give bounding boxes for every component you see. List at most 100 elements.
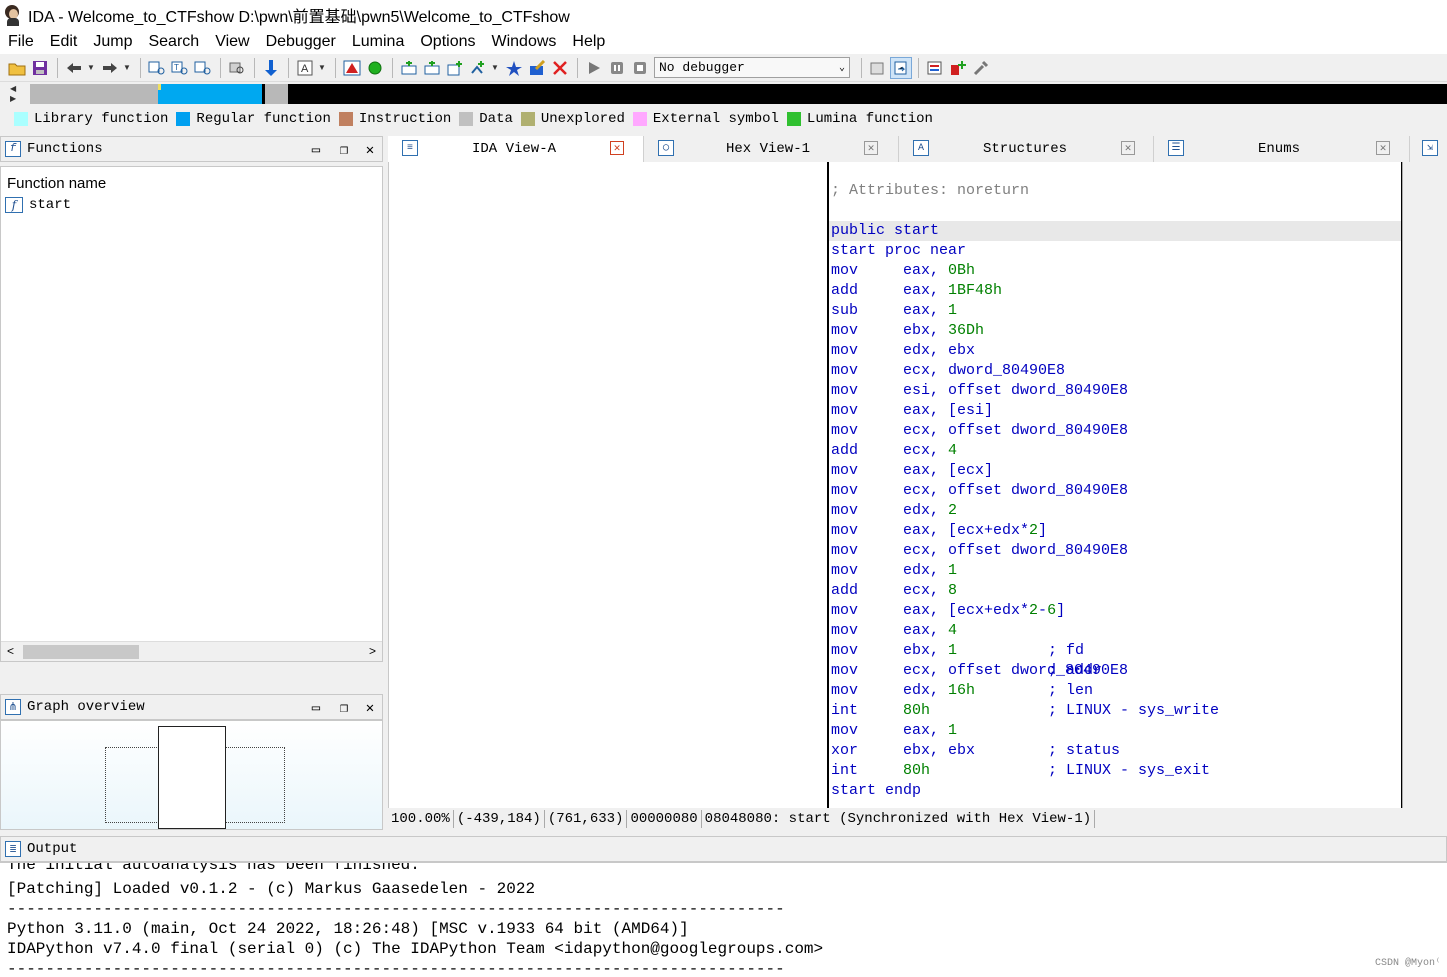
instruction-line[interactable]: mov eax, [ecx+edx*2] xyxy=(831,521,1048,541)
back-arrow-icon[interactable] xyxy=(63,57,85,79)
tab-ida-view-a[interactable]: ≡ IDA View-A ✕ xyxy=(388,136,644,162)
tab-enums[interactable]: ☰ Enums ✕ xyxy=(1154,136,1410,162)
proc-declaration[interactable]: start proc near xyxy=(831,241,966,261)
close-icon[interactable]: ✕ xyxy=(610,141,624,155)
close-icon[interactable]: ✕ xyxy=(864,141,878,155)
instruction-line[interactable]: mov eax, 4 xyxy=(831,621,1048,641)
immediate-search-icon[interactable] xyxy=(192,57,214,79)
instruction-line[interactable]: int 80h ; LINUX - sys_exit xyxy=(831,761,1210,781)
pause-icon[interactable] xyxy=(606,57,628,79)
menu-jump[interactable]: Jump xyxy=(85,30,140,54)
public-declaration[interactable]: public start xyxy=(829,221,1401,241)
instruction-line[interactable]: mov ecx, dword_80490E8 xyxy=(831,361,1065,381)
graph-overview[interactable] xyxy=(0,720,383,830)
close-icon[interactable]: ✕ xyxy=(361,141,379,159)
instruction-line[interactable]: mov esi, offset dword_80490E8 xyxy=(831,381,1128,401)
instruction-line[interactable]: mov ecx, offset dword_80490E8 xyxy=(831,421,1128,441)
forward-arrow-icon[interactable] xyxy=(99,57,121,79)
string-type-dropdown-icon[interactable]: ▼ xyxy=(317,57,327,79)
graph-view-icon[interactable] xyxy=(398,57,420,79)
instruction-line[interactable]: mov ebx, 1 ; fd xyxy=(831,641,1084,661)
maximize-icon[interactable]: ▭ xyxy=(307,699,325,717)
instruction-line[interactable]: mov ebx, 36Dh xyxy=(831,321,1048,341)
function-row[interactable]: f start xyxy=(5,197,71,213)
instruction-line[interactable]: mov edx, 16h ; len xyxy=(831,681,1093,701)
menu-debugger[interactable]: Debugger xyxy=(258,30,344,54)
sync-view-icon[interactable] xyxy=(890,56,912,79)
tab-structures[interactable]: A Structures ✕ xyxy=(899,136,1154,162)
segments-icon[interactable] xyxy=(924,57,946,79)
instruction-line[interactable]: add ecx, 4 xyxy=(831,441,1048,461)
instruction-line[interactable]: mov ecx, offset dword_80490E8 xyxy=(831,541,1128,561)
instruction-line[interactable]: sub eax, 1 xyxy=(831,301,1048,321)
tools-wrench-icon[interactable] xyxy=(970,57,992,79)
warning-triangle-icon[interactable] xyxy=(341,57,363,79)
menu-windows[interactable]: Windows xyxy=(483,30,564,54)
restore-icon[interactable]: ❐ xyxy=(335,699,353,717)
add-struct-icon[interactable] xyxy=(467,57,489,79)
instruction-line[interactable]: mov edx, 2 xyxy=(831,501,1048,521)
stop-icon[interactable] xyxy=(629,57,651,79)
add-dropdown-icon[interactable]: ▼ xyxy=(490,57,500,79)
navigation-strip[interactable] xyxy=(30,84,1447,104)
menu-lumina[interactable]: Lumina xyxy=(344,30,412,54)
scrollbar-thumb[interactable] xyxy=(23,645,139,659)
attach-process-icon[interactable] xyxy=(867,57,889,79)
forward-dropdown-icon[interactable]: ▼ xyxy=(122,57,132,79)
add-text-icon[interactable] xyxy=(444,57,466,79)
endp-declaration[interactable]: start endp xyxy=(831,781,921,801)
menu-edit[interactable]: Edit xyxy=(42,30,86,54)
instruction-line[interactable]: mov eax, [ecx+edx*2-6] xyxy=(831,601,1065,621)
tab-imports-partial[interactable]: ⇲ xyxy=(1410,136,1447,162)
edit-patch-icon[interactable] xyxy=(526,57,548,79)
instruction-line[interactable]: add eax, 1BF48h xyxy=(831,281,1048,301)
horizontal-scrollbar[interactable]: < > xyxy=(1,641,382,661)
instruction-line[interactable]: mov eax, [ecx] xyxy=(831,461,1048,481)
scroll-right-icon[interactable]: > xyxy=(369,644,376,658)
string-type-icon[interactable]: A xyxy=(294,57,316,79)
restore-icon[interactable]: ❐ xyxy=(335,141,353,159)
debugger-select[interactable]: No debugger ⌄ xyxy=(654,57,850,78)
instruction-line[interactable]: mov ecx, offset dword_80490E8; addr xyxy=(831,661,1128,681)
text-search-icon[interactable]: T xyxy=(169,57,191,79)
instruction-line[interactable]: add ecx, 8 xyxy=(831,581,1048,601)
instruction-line[interactable]: mov ecx, offset dword_80490E8 xyxy=(831,481,1128,501)
maximize-icon[interactable]: ▭ xyxy=(307,141,325,159)
instruction-line[interactable]: xor ebx, ebx ; status xyxy=(831,741,1120,761)
output-console[interactable]: The initial autoanalysis has been finish… xyxy=(0,862,1447,977)
binary-search-icon[interactable] xyxy=(146,57,168,79)
menu-view[interactable]: View xyxy=(207,30,257,54)
function-name-column-header[interactable]: Function name xyxy=(7,175,106,192)
search-next-icon[interactable] xyxy=(226,57,248,79)
title-bar: IDA - Welcome_to_CTFshow D:\pwn\前置基础\pwn… xyxy=(0,0,1447,30)
instruction-line[interactable]: mov eax, [esi] xyxy=(831,401,1048,421)
instruction-line[interactable]: mov edx, 1 xyxy=(831,561,1048,581)
back-dropdown-icon[interactable]: ▼ xyxy=(86,57,96,79)
close-icon[interactable]: ✕ xyxy=(1376,141,1390,155)
ida-view-a[interactable]: ; Attributes: noreturn public start start … xyxy=(388,162,1403,808)
close-icon[interactable]: ✕ xyxy=(1121,141,1135,155)
menu-help[interactable]: Help xyxy=(564,30,613,54)
save-disk-icon[interactable] xyxy=(29,57,51,79)
delete-x-icon[interactable] xyxy=(549,57,571,79)
open-folder-icon[interactable] xyxy=(6,57,28,79)
plugin-star-icon[interactable] xyxy=(503,57,525,79)
scroll-left-icon[interactable]: < xyxy=(7,644,14,658)
cross-reference-icon[interactable] xyxy=(947,57,969,79)
instruction-line[interactable]: mov eax, 1 xyxy=(831,721,1048,741)
tab-hex-view-1[interactable]: ◯ Hex View-1 ✕ xyxy=(644,136,899,162)
green-circle-icon[interactable] xyxy=(364,57,386,79)
disassembly-listing[interactable]: ; Attributes: noreturn public start start … xyxy=(827,162,1403,808)
close-icon[interactable]: ✕ xyxy=(361,699,379,717)
instruction-line[interactable]: mov edx, ebx xyxy=(831,341,1048,361)
instruction-line[interactable]: mov eax, 0Bh xyxy=(831,261,1048,281)
menu-file[interactable]: File xyxy=(0,30,42,54)
attributes-comment[interactable]: ; Attributes: noreturn xyxy=(831,181,1029,201)
proximity-view-icon[interactable] xyxy=(421,57,443,79)
instruction-line[interactable]: int 80h ; LINUX - sys_write xyxy=(831,701,1219,721)
menu-search[interactable]: Search xyxy=(140,30,207,54)
menu-options[interactable]: Options xyxy=(412,30,483,54)
down-arrow-icon[interactable] xyxy=(260,57,282,79)
nav-band-arrows-icon[interactable]: ◀ ▶ xyxy=(10,84,26,104)
run-play-icon[interactable] xyxy=(583,57,605,79)
